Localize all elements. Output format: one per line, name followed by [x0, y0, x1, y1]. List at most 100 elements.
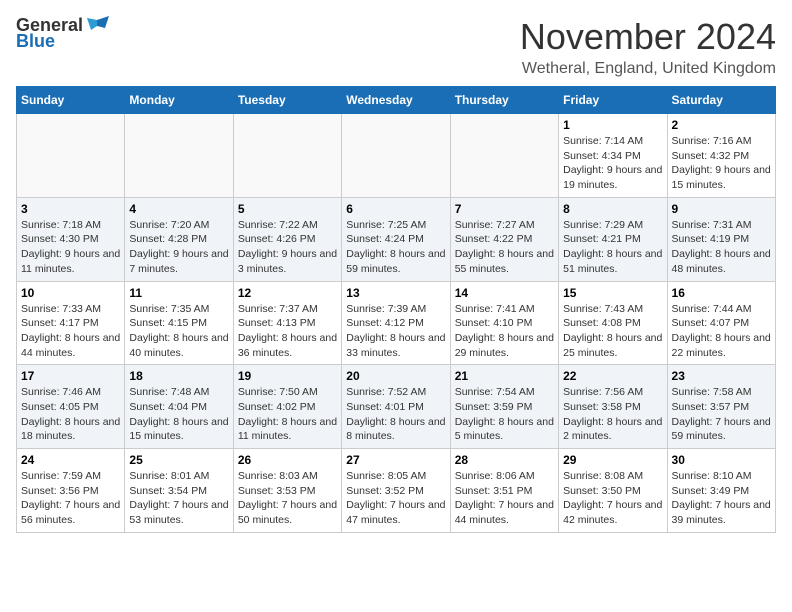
- calendar-cell: 27 Sunrise: 8:05 AMSunset: 3:52 PMDayligh…: [342, 449, 450, 533]
- day-number: 4: [129, 202, 228, 216]
- day-info: Sunrise: 7:35 AMSunset: 4:15 PMDaylight:…: [129, 302, 228, 361]
- day-number: 23: [672, 369, 771, 383]
- day-info: Sunrise: 7:48 AMSunset: 4:04 PMDaylight:…: [129, 385, 228, 444]
- col-header-thursday: Thursday: [450, 87, 558, 114]
- day-info: Sunrise: 7:37 AMSunset: 4:13 PMDaylight:…: [238, 302, 337, 361]
- calendar-cell: 9 Sunrise: 7:31 AMSunset: 4:19 PMDaylight…: [667, 197, 775, 281]
- calendar-cell: 29 Sunrise: 8:08 AMSunset: 3:50 PMDayligh…: [559, 449, 667, 533]
- logo-blue: Blue: [16, 32, 55, 52]
- day-number: 1: [563, 118, 662, 132]
- calendar-cell: 14Sunrise: 7:41 AMSunset: 4:10 PMDayligh…: [450, 281, 558, 365]
- calendar-cell: 11 Sunrise: 7:35 AMSunset: 4:15 PMDayligh…: [125, 281, 233, 365]
- day-number: 22: [563, 369, 662, 383]
- day-number: 7: [455, 202, 554, 216]
- day-number: 28: [455, 453, 554, 467]
- day-info: Sunrise: 7:46 AMSunset: 4:05 PMDaylight:…: [21, 385, 120, 444]
- day-info: Sunrise: 7:29 AMSunset: 4:21 PMDaylight:…: [563, 218, 662, 277]
- calendar-cell: 1 Sunrise: 7:14 AMSunset: 4:34 PMDaylight…: [559, 114, 667, 198]
- day-number: 15: [563, 286, 662, 300]
- location-title: Wetheral, England, United Kingdom: [520, 60, 776, 78]
- calendar-cell: [17, 114, 125, 198]
- col-header-monday: Monday: [125, 87, 233, 114]
- logo: General Blue: [16, 16, 109, 52]
- day-number: 12: [238, 286, 337, 300]
- day-info: Sunrise: 7:52 AMSunset: 4:01 PMDaylight:…: [346, 385, 445, 444]
- calendar-cell: 10 Sunrise: 7:33 AMSunset: 4:17 PMDayligh…: [17, 281, 125, 365]
- day-number: 24: [21, 453, 120, 467]
- day-number: 3: [21, 202, 120, 216]
- calendar-cell: 23 Sunrise: 7:58 AMSunset: 3:57 PMDayligh…: [667, 365, 775, 449]
- day-number: 10: [21, 286, 120, 300]
- day-info: Sunrise: 7:31 AMSunset: 4:19 PMDaylight:…: [672, 218, 771, 277]
- calendar-cell: 21 Sunrise: 7:54 AMSunset: 3:59 PMDayligh…: [450, 365, 558, 449]
- day-number: 20: [346, 369, 445, 383]
- day-info: Sunrise: 7:56 AMSunset: 3:58 PMDaylight:…: [563, 385, 662, 444]
- calendar-cell: 12 Sunrise: 7:37 AMSunset: 4:13 PMDayligh…: [233, 281, 341, 365]
- day-number: 6: [346, 202, 445, 216]
- col-header-saturday: Saturday: [667, 87, 775, 114]
- calendar-table: SundayMondayTuesdayWednesdayThursdayFrid…: [16, 86, 776, 533]
- calendar-cell: 15 Sunrise: 7:43 AMSunset: 4:08 PMDayligh…: [559, 281, 667, 365]
- calendar-cell: 17 Sunrise: 7:46 AMSunset: 4:05 PMDayligh…: [17, 365, 125, 449]
- day-number: 8: [563, 202, 662, 216]
- calendar-cell: 2 Sunrise: 7:16 AMSunset: 4:32 PMDaylight…: [667, 114, 775, 198]
- day-info: Sunrise: 7:27 AMSunset: 4:22 PMDaylight:…: [455, 218, 554, 277]
- page-header: General Blue November 2024 Wetheral, Eng…: [16, 16, 776, 78]
- calendar-cell: 5Sunrise: 7:22 AMSunset: 4:26 PMDaylight…: [233, 197, 341, 281]
- day-info: Sunrise: 7:50 AMSunset: 4:02 PMDaylight:…: [238, 385, 337, 444]
- calendar-header-row: SundayMondayTuesdayWednesdayThursdayFrid…: [17, 87, 776, 114]
- day-number: 18: [129, 369, 228, 383]
- day-number: 21: [455, 369, 554, 383]
- calendar-cell: 25Sunrise: 8:01 AMSunset: 3:54 PMDayligh…: [125, 449, 233, 533]
- day-number: 27: [346, 453, 445, 467]
- day-info: Sunrise: 7:33 AMSunset: 4:17 PMDaylight:…: [21, 302, 120, 361]
- calendar-cell: 4 Sunrise: 7:20 AMSunset: 4:28 PMDaylight…: [125, 197, 233, 281]
- day-info: Sunrise: 7:39 AMSunset: 4:12 PMDaylight:…: [346, 302, 445, 361]
- col-header-tuesday: Tuesday: [233, 87, 341, 114]
- calendar-cell: 30 Sunrise: 8:10 AMSunset: 3:49 PMDayligh…: [667, 449, 775, 533]
- day-info: Sunrise: 8:10 AMSunset: 3:49 PMDaylight:…: [672, 469, 771, 528]
- calendar-week-row: 24Sunrise: 7:59 AMSunset: 3:56 PMDayligh…: [17, 449, 776, 533]
- day-info: Sunrise: 7:14 AMSunset: 4:34 PMDaylight:…: [563, 134, 662, 193]
- calendar-cell: 22 Sunrise: 7:56 AMSunset: 3:58 PMDayligh…: [559, 365, 667, 449]
- day-info: Sunrise: 7:58 AMSunset: 3:57 PMDaylight:…: [672, 385, 771, 444]
- day-info: Sunrise: 7:20 AMSunset: 4:28 PMDaylight:…: [129, 218, 228, 277]
- col-header-friday: Friday: [559, 87, 667, 114]
- day-info: Sunrise: 8:01 AMSunset: 3:54 PMDaylight:…: [129, 469, 228, 528]
- day-info: Sunrise: 7:16 AMSunset: 4:32 PMDaylight:…: [672, 134, 771, 193]
- day-number: 2: [672, 118, 771, 132]
- day-info: Sunrise: 8:03 AMSunset: 3:53 PMDaylight:…: [238, 469, 337, 528]
- calendar-cell: 8 Sunrise: 7:29 AMSunset: 4:21 PMDaylight…: [559, 197, 667, 281]
- day-info: Sunrise: 7:41 AMSunset: 4:10 PMDaylight:…: [455, 302, 554, 361]
- day-info: Sunrise: 8:05 AMSunset: 3:52 PMDaylight:…: [346, 469, 445, 528]
- day-info: Sunrise: 8:08 AMSunset: 3:50 PMDaylight:…: [563, 469, 662, 528]
- day-number: 30: [672, 453, 771, 467]
- day-number: 11: [129, 286, 228, 300]
- calendar-cell: 24Sunrise: 7:59 AMSunset: 3:56 PMDayligh…: [17, 449, 125, 533]
- day-info: Sunrise: 7:25 AMSunset: 4:24 PMDaylight:…: [346, 218, 445, 277]
- col-header-wednesday: Wednesday: [342, 87, 450, 114]
- day-info: Sunrise: 7:43 AMSunset: 4:08 PMDaylight:…: [563, 302, 662, 361]
- day-number: 29: [563, 453, 662, 467]
- calendar-cell: 18 Sunrise: 7:48 AMSunset: 4:04 PMDayligh…: [125, 365, 233, 449]
- calendar-cell: [342, 114, 450, 198]
- logo-bird-icon: [87, 16, 109, 36]
- calendar-week-row: 10 Sunrise: 7:33 AMSunset: 4:17 PMDayligh…: [17, 281, 776, 365]
- calendar-cell: 13 Sunrise: 7:39 AMSunset: 4:12 PMDayligh…: [342, 281, 450, 365]
- day-number: 17: [21, 369, 120, 383]
- calendar-cell: 7 Sunrise: 7:27 AMSunset: 4:22 PMDaylight…: [450, 197, 558, 281]
- calendar-cell: 6 Sunrise: 7:25 AMSunset: 4:24 PMDaylight…: [342, 197, 450, 281]
- calendar-cell: 19Sunrise: 7:50 AMSunset: 4:02 PMDayligh…: [233, 365, 341, 449]
- title-block: November 2024 Wetheral, England, United …: [520, 16, 776, 78]
- calendar-week-row: 17 Sunrise: 7:46 AMSunset: 4:05 PMDayligh…: [17, 365, 776, 449]
- calendar-cell: [125, 114, 233, 198]
- calendar-cell: [450, 114, 558, 198]
- day-info: Sunrise: 7:54 AMSunset: 3:59 PMDaylight:…: [455, 385, 554, 444]
- day-number: 13: [346, 286, 445, 300]
- col-header-sunday: Sunday: [17, 87, 125, 114]
- day-info: Sunrise: 7:18 AMSunset: 4:30 PMDaylight:…: [21, 218, 120, 277]
- day-number: 9: [672, 202, 771, 216]
- day-number: 5: [238, 202, 337, 216]
- calendar-cell: 28Sunrise: 8:06 AMSunset: 3:51 PMDayligh…: [450, 449, 558, 533]
- calendar-cell: 20 Sunrise: 7:52 AMSunset: 4:01 PMDayligh…: [342, 365, 450, 449]
